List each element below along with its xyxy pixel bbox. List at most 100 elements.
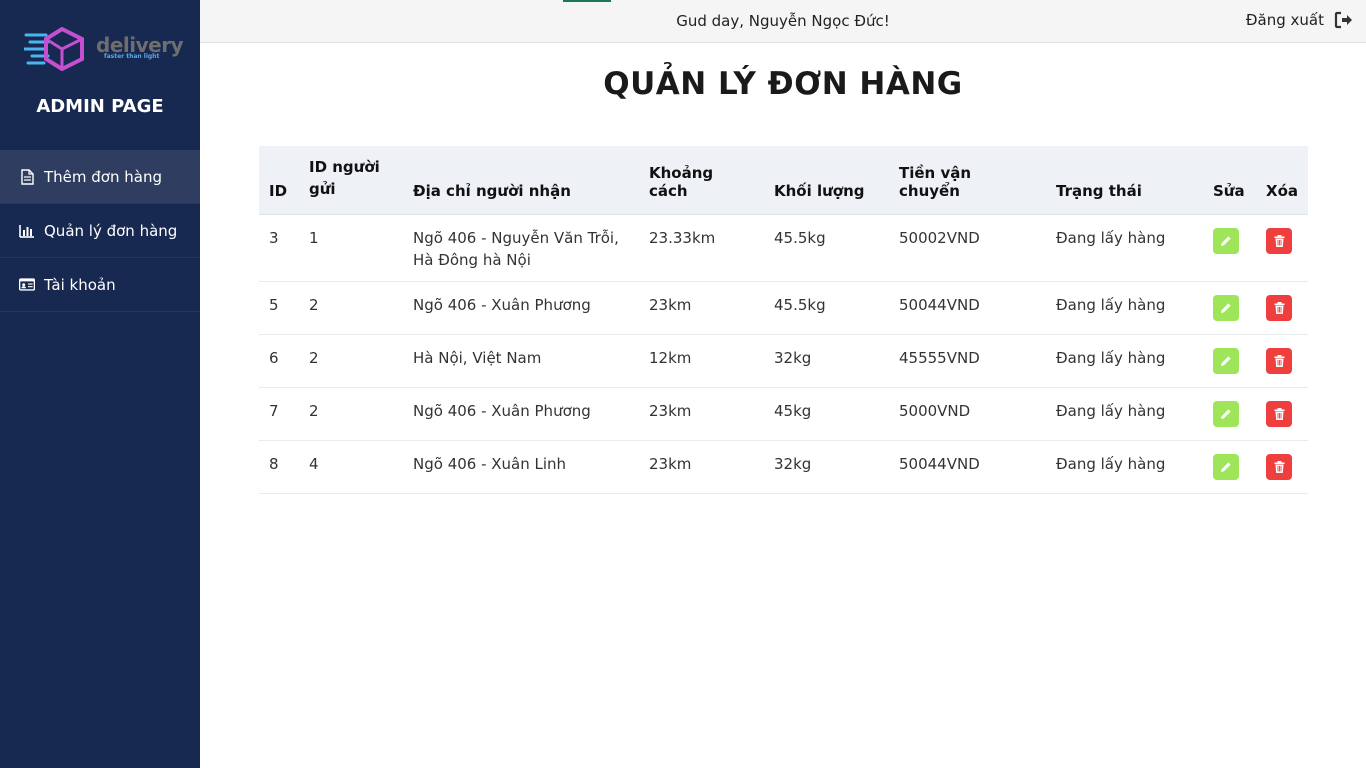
logout-label: Đăng xuất bbox=[1245, 11, 1324, 29]
logout-button[interactable]: Đăng xuất bbox=[1246, 11, 1352, 29]
pencil-icon bbox=[1220, 408, 1232, 420]
cell-status: Đang lấy hàng bbox=[1046, 214, 1203, 282]
cell-edit bbox=[1203, 334, 1256, 388]
edit-button[interactable] bbox=[1213, 453, 1239, 480]
brand-logo[interactable]: delivery faster than light bbox=[24, 27, 184, 71]
cell-delete bbox=[1256, 440, 1308, 494]
cell-distance: 23km bbox=[639, 387, 764, 441]
cell-edit bbox=[1203, 281, 1256, 335]
cell-sender-id: 2 bbox=[299, 334, 403, 388]
cell-address: Ngõ 406 - Xuân Phương bbox=[403, 281, 639, 335]
orders-table-body: 3 1 Ngõ 406 - Nguyễn Văn Trỗi, Hà Đông hà … bbox=[259, 214, 1308, 494]
edit-button[interactable] bbox=[1213, 294, 1239, 321]
cell-fee: 50044VND bbox=[889, 440, 1046, 494]
delete-button[interactable] bbox=[1266, 227, 1292, 254]
sidebar-nav: Thêm đơn hàng Quản lý đơn hàng Tài khoản bbox=[0, 150, 200, 312]
brand-tagline: faster than light bbox=[104, 53, 160, 60]
cell-address: Hà Nội, Việt Nam bbox=[403, 334, 639, 388]
cell-weight: 45kg bbox=[764, 387, 889, 441]
pencil-icon bbox=[1220, 302, 1232, 314]
cell-address: Ngõ 406 - Xuân Linh bbox=[403, 440, 639, 494]
cell-id: 3 bbox=[259, 214, 299, 282]
document-icon bbox=[19, 168, 35, 185]
trash-icon bbox=[1274, 234, 1285, 247]
cell-address: Ngõ 406 - Nguyễn Văn Trỗi, Hà Đông hà Nộ… bbox=[403, 214, 639, 282]
bar-chart-icon bbox=[19, 223, 35, 239]
cell-id: 6 bbox=[259, 334, 299, 388]
cell-fee: 5000VND bbox=[889, 387, 1046, 441]
cell-weight: 32kg bbox=[764, 440, 889, 494]
cell-status: Đang lấy hàng bbox=[1046, 387, 1203, 441]
table-row: 7 2 Ngõ 406 - Xuân Phương 23km 45kg 5000VND Đa… bbox=[259, 387, 1308, 441]
cell-status: Đang lấy hàng bbox=[1046, 281, 1203, 335]
delete-button[interactable] bbox=[1266, 347, 1292, 374]
col-header-address: Địa chỉ người nhận bbox=[403, 146, 639, 215]
trash-icon bbox=[1274, 407, 1285, 420]
table-header-row: ID ID người gửi Địa chỉ người nhận Khoản… bbox=[259, 146, 1308, 215]
trash-icon bbox=[1274, 460, 1285, 473]
sidebar: delivery faster than light ADMIN PAGE Th… bbox=[0, 0, 200, 768]
col-header-sender-id: ID người gửi bbox=[299, 146, 403, 215]
trash-icon bbox=[1274, 301, 1285, 314]
sign-out-icon bbox=[1334, 11, 1352, 29]
cell-distance: 23km bbox=[639, 281, 764, 335]
cell-status: Đang lấy hàng bbox=[1046, 334, 1203, 388]
cell-edit bbox=[1203, 214, 1256, 282]
table-row: 6 2 Hà Nội, Việt Nam 12km 32kg 45555VND Đang l… bbox=[259, 334, 1308, 388]
cell-delete bbox=[1256, 214, 1308, 282]
col-header-weight: Khối lượng bbox=[764, 146, 889, 215]
id-card-icon bbox=[19, 277, 35, 293]
sidebar-item-manage-orders[interactable]: Quản lý đơn hàng bbox=[0, 204, 200, 258]
sidebar-item-label: Quản lý đơn hàng bbox=[44, 221, 178, 240]
admin-page-title: ADMIN PAGE bbox=[36, 96, 164, 117]
cell-edit bbox=[1203, 440, 1256, 494]
edit-button[interactable] bbox=[1213, 227, 1239, 254]
trash-icon bbox=[1274, 354, 1285, 367]
edit-button[interactable] bbox=[1213, 400, 1239, 427]
cell-delete bbox=[1256, 281, 1308, 335]
cell-edit bbox=[1203, 387, 1256, 441]
cell-id: 5 bbox=[259, 281, 299, 335]
pencil-icon bbox=[1220, 355, 1232, 367]
col-header-status: Trạng thái bbox=[1046, 146, 1203, 215]
cell-weight: 45.5kg bbox=[764, 281, 889, 335]
cell-sender-id: 1 bbox=[299, 214, 403, 282]
cell-sender-id: 4 bbox=[299, 440, 403, 494]
pencil-icon bbox=[1220, 235, 1232, 247]
cell-address: Ngõ 406 - Xuân Phương bbox=[403, 387, 639, 441]
delete-button[interactable] bbox=[1266, 294, 1292, 321]
table-row: 3 1 Ngõ 406 - Nguyễn Văn Trỗi, Hà Đông hà … bbox=[259, 214, 1308, 282]
top-bar: Gud day, Nguyễn Ngọc Đức! Đăng xuất bbox=[200, 0, 1366, 43]
cell-sender-id: 2 bbox=[299, 281, 403, 335]
sidebar-item-label: Tài khoản bbox=[44, 275, 116, 294]
orders-table-container: ID ID người gửi Địa chỉ người nhận Khoản… bbox=[259, 146, 1308, 494]
delivery-box-icon bbox=[24, 27, 84, 71]
cell-sender-id: 2 bbox=[299, 387, 403, 441]
cell-id: 8 bbox=[259, 440, 299, 494]
cell-fee: 45555VND bbox=[889, 334, 1046, 388]
delete-button[interactable] bbox=[1266, 453, 1292, 480]
page-title: QUẢN LÝ ĐƠN HÀNG bbox=[603, 66, 963, 102]
col-header-delete: Xóa bbox=[1256, 146, 1308, 215]
sidebar-item-account[interactable]: Tài khoản bbox=[0, 258, 200, 312]
cell-fee: 50044VND bbox=[889, 281, 1046, 335]
col-header-edit: Sửa bbox=[1203, 146, 1256, 215]
sidebar-item-label: Thêm đơn hàng bbox=[44, 167, 162, 186]
cell-distance: 12km bbox=[639, 334, 764, 388]
cell-status: Đang lấy hàng bbox=[1046, 440, 1203, 494]
col-header-fee: Tiền vận chuyển bbox=[889, 146, 1046, 215]
col-header-id: ID bbox=[259, 146, 299, 215]
pencil-icon bbox=[1220, 461, 1232, 473]
cell-id: 7 bbox=[259, 387, 299, 441]
cell-delete bbox=[1256, 334, 1308, 388]
cell-distance: 23.33km bbox=[639, 214, 764, 282]
sidebar-item-add-order[interactable]: Thêm đơn hàng bbox=[0, 150, 200, 204]
table-row: 5 2 Ngõ 406 - Xuân Phương 23km 45.5kg 50044VN… bbox=[259, 281, 1308, 335]
cell-weight: 32kg bbox=[764, 334, 889, 388]
cell-distance: 23km bbox=[639, 440, 764, 494]
delete-button[interactable] bbox=[1266, 400, 1292, 427]
edit-button[interactable] bbox=[1213, 347, 1239, 374]
col-header-distance: Khoảng cách bbox=[639, 146, 764, 215]
cell-delete bbox=[1256, 387, 1308, 441]
greeting-text: Gud day, Nguyễn Ngọc Đức! bbox=[676, 12, 890, 30]
